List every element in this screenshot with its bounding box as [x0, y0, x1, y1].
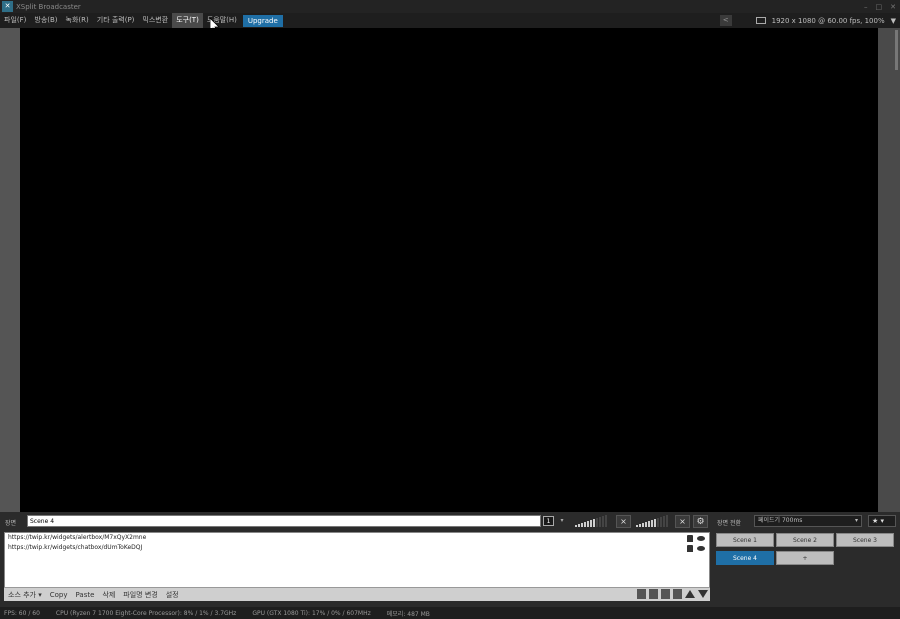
- gpu-readout: GPU (GTX 1080 Ti): 17% / 0% / 607MHz: [252, 609, 371, 617]
- scene-button-3[interactable]: Scene 3: [836, 533, 894, 547]
- share-icon[interactable]: <: [719, 15, 732, 26]
- settings-gear-icon[interactable]: ⚙: [693, 515, 708, 528]
- transition-value: 페이드기 700ms: [758, 517, 803, 524]
- add-source-button[interactable]: 소스 추가 ▾: [4, 588, 46, 602]
- move-up-icon[interactable]: [685, 590, 695, 598]
- menu-right-area: < 1920 x 1080 @ 60.00 fps, 100% ▼: [719, 13, 896, 28]
- upgrade-button[interactable]: Upgrade: [242, 14, 283, 27]
- scene-label: 장면: [5, 520, 17, 527]
- scene-button-4[interactable]: Scene 4: [716, 551, 774, 565]
- minimize-button[interactable]: –: [864, 3, 868, 11]
- layout-number-button[interactable]: 1: [543, 516, 554, 526]
- transition-label: 장면 전환: [717, 520, 741, 527]
- menu-bar: 파일(F) 방송(B) 녹화(R) 기타 출력(P) 믹스변환 도구(T) 도움…: [0, 13, 900, 28]
- chevron-down-icon: ▾: [854, 517, 858, 524]
- transition-select[interactable]: 페이드기 700ms ▾: [754, 515, 862, 527]
- favorite-button[interactable]: ★ ▾: [868, 515, 896, 527]
- mic-volume-meter[interactable]: [575, 515, 607, 527]
- cpu-readout: CPU (Ryzen 7 1700 Eight-Core Processor):…: [55, 609, 237, 617]
- bottom-panel: 장면 Scene 4 1 ▾ ⨯ ⨯ ⚙ https://twip.kr/wid…: [0, 512, 900, 607]
- scene-button-1[interactable]: Scene 1: [716, 533, 774, 547]
- resolution-dropdown[interactable]: ▼: [891, 17, 896, 25]
- folder-icon[interactable]: [637, 589, 646, 599]
- scrollbar-thumb[interactable]: [895, 30, 898, 70]
- move-down-icon[interactable]: [698, 590, 708, 598]
- layout-dropdown-icon[interactable]: ▾: [557, 516, 567, 526]
- menu-tools[interactable]: 도구(T): [172, 13, 203, 28]
- app-logo-icon: ✕: [2, 1, 13, 12]
- speaker-volume-meter[interactable]: [636, 515, 668, 527]
- mic-mute-button[interactable]: ⨯: [616, 515, 631, 528]
- menu-broadcast[interactable]: 방송(B): [30, 13, 61, 28]
- window-title: XSplit Broadcaster: [16, 2, 81, 11]
- rename-button[interactable]: 파일명 변경: [119, 588, 161, 602]
- scene-button-2[interactable]: Scene 2: [776, 533, 834, 547]
- menu-mix[interactable]: 믹스변환: [138, 13, 172, 28]
- source-settings-button[interactable]: 설정: [162, 588, 183, 602]
- lock-icon[interactable]: [687, 535, 693, 542]
- preview-stage: [0, 28, 900, 512]
- fit-icon[interactable]: [661, 589, 670, 599]
- source-toolbar: 소스 추가 ▾ Copy Paste 삭제 파일명 변경 설정: [4, 587, 710, 601]
- preview-canvas[interactable]: [20, 28, 878, 512]
- maximize-button[interactable]: □: [876, 3, 883, 11]
- list-item[interactable]: https://twip.kr/widgets/alertbox/M7xQyX2…: [5, 533, 709, 543]
- menu-help[interactable]: 도움말(H): [203, 13, 241, 28]
- preview-scrollbar[interactable]: [878, 28, 900, 512]
- star-icon: ★: [872, 517, 879, 525]
- monitor-icon: [755, 17, 766, 24]
- scene-name-input[interactable]: Scene 4: [27, 515, 541, 527]
- add-scene-button[interactable]: +: [776, 551, 834, 565]
- source-url: https://twip.kr/widgets/chatbox/dUmToKeD…: [8, 544, 143, 551]
- source-url: https://twip.kr/widgets/alertbox/M7xQyX2…: [8, 534, 147, 541]
- eye-icon[interactable]: [697, 536, 705, 541]
- status-bar: FPS: 60 / 60 CPU (Ryzen 7 1700 Eight-Cor…: [0, 607, 900, 619]
- fps-readout: FPS: 60 / 60: [4, 609, 40, 617]
- menu-other-output[interactable]: 기타 출력(P): [93, 13, 139, 28]
- speaker-mute-button[interactable]: ⨯: [675, 515, 690, 528]
- resolution-readout[interactable]: 1920 x 1080 @ 60.00 fps, 100%: [772, 17, 885, 25]
- title-bar: ✕ XSplit Broadcaster – □ ✕: [0, 0, 900, 13]
- delete-button[interactable]: 삭제: [98, 588, 119, 602]
- lock-icon[interactable]: [687, 545, 693, 552]
- memory-readout: 메모리: 487 MB: [386, 610, 430, 618]
- window-controls: – □ ✕: [864, 0, 896, 13]
- paste-button[interactable]: Paste: [72, 588, 99, 602]
- source-tools: [637, 589, 708, 599]
- menu-record[interactable]: 녹화(R): [62, 13, 93, 28]
- copy-button[interactable]: Copy: [46, 588, 72, 602]
- lock-all-icon[interactable]: [649, 589, 658, 599]
- list-item[interactable]: https://twip.kr/widgets/chatbox/dUmToKeD…: [5, 543, 709, 553]
- layout-icon[interactable]: [673, 589, 682, 599]
- menu-file[interactable]: 파일(F): [0, 13, 30, 28]
- eye-icon[interactable]: [697, 546, 705, 551]
- close-button[interactable]: ✕: [890, 3, 896, 11]
